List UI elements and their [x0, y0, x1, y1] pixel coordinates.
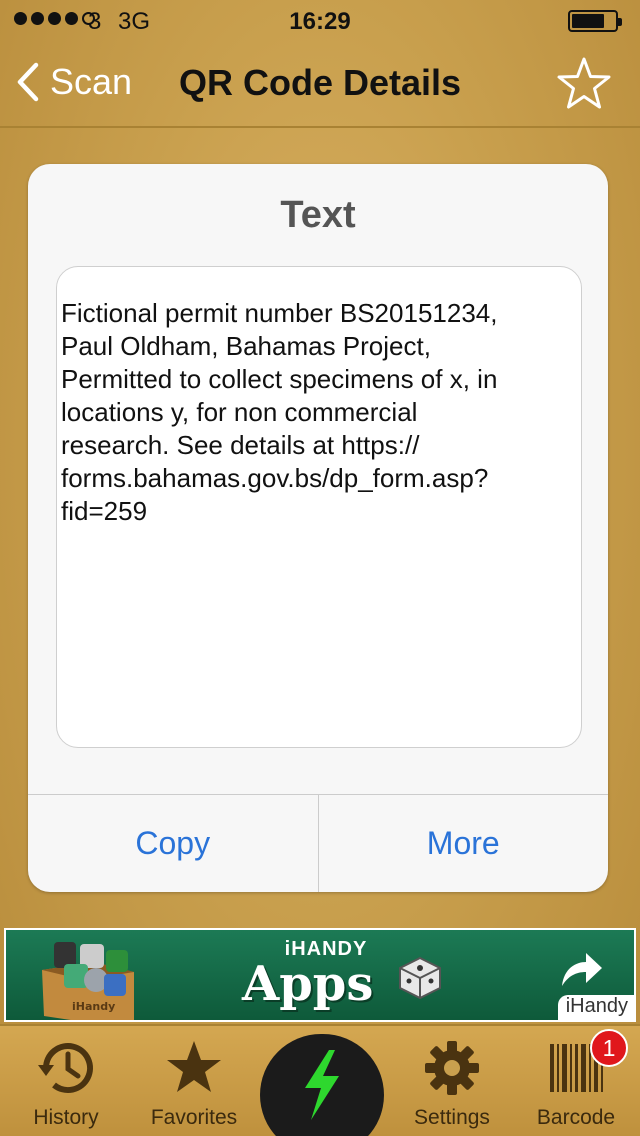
favorite-button[interactable]	[556, 56, 612, 117]
tab-settings-label: Settings	[414, 1106, 490, 1129]
details-card: Text Fictional permit number BS20151234,…	[28, 164, 608, 892]
star-icon	[167, 1041, 221, 1092]
card-actions: Copy More	[28, 794, 608, 892]
battery-icon	[568, 10, 622, 32]
scan-button[interactable]	[260, 1034, 384, 1136]
decoded-text: Fictional permit number BS20151234, Paul…	[61, 298, 498, 526]
navigation-bar: Scan QR Code Details	[0, 40, 640, 128]
ad-banner[interactable]: iHandy iHANDY Apps iHandy	[4, 928, 636, 1022]
ad-title: Apps	[242, 956, 374, 1012]
more-button[interactable]: More	[317, 795, 609, 892]
notification-badge: 1	[590, 1029, 628, 1067]
ad-corner-label: iHandy	[557, 995, 634, 1020]
svg-text:iHandy: iHandy	[72, 1000, 115, 1013]
clock-history-icon	[38, 1043, 93, 1094]
tab-favorites[interactable]: Favorites	[134, 1026, 254, 1136]
copy-button[interactable]: Copy	[28, 795, 318, 892]
lightning-icon	[305, 1050, 339, 1120]
tab-favorites-label: Favorites	[150, 1106, 238, 1129]
status-bar: 3 3G 16:29	[0, 0, 640, 40]
share-arrow-icon	[562, 953, 602, 986]
status-time: 16:29	[289, 8, 351, 35]
dice-icon	[399, 956, 441, 1000]
text-content-box[interactable]: Fictional permit number BS20151234, Paul…	[56, 266, 582, 748]
tab-bar: History Favorites Settings Barcode 1	[0, 1024, 640, 1136]
app-box-icon: iHandy	[42, 942, 134, 1020]
tab-settings[interactable]: Settings	[392, 1026, 512, 1136]
tab-history[interactable]: History	[6, 1026, 126, 1136]
tab-barcode-label: Barcode	[536, 1106, 616, 1129]
star-outline-icon	[557, 57, 611, 109]
card-title: Text	[280, 194, 356, 236]
page-title: QR Code Details	[178, 62, 462, 103]
gear-icon	[425, 1041, 479, 1095]
tab-history-label: History	[33, 1106, 99, 1129]
